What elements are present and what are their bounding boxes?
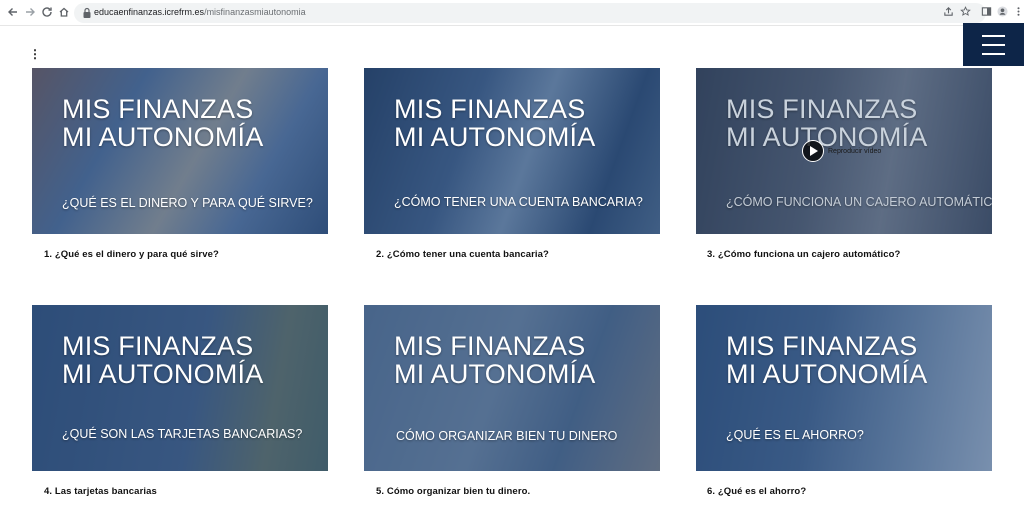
video-card-2[interactable]: MIS FINANZAS MI AUTONOMÍA ¿CÓMO TENER UN…: [364, 68, 660, 234]
video-thumbnail[interactable]: MIS FINANZAS MI AUTONOMÍA ¿QUÉ SON LAS T…: [32, 305, 328, 471]
home-icon[interactable]: [56, 4, 72, 20]
profile-icon[interactable]: [995, 4, 1009, 18]
video-caption-5[interactable]: 5. Cómo organizar bien tu dinero.: [376, 486, 530, 497]
video-card-3[interactable]: MIS FINANZAS MI AUTONOMÍA Reproducir víd…: [696, 68, 992, 234]
star-icon[interactable]: [958, 4, 972, 18]
title-line-1: MIS FINANZAS: [726, 331, 918, 361]
back-arrow-icon[interactable]: [5, 4, 21, 20]
video-subtitle: ¿QUÉ SON LAS TARJETAS BANCARIAS?: [62, 427, 303, 441]
video-title: MIS FINANZAS MI AUTONOMÍA: [62, 332, 263, 388]
lock-icon[interactable]: [82, 7, 92, 19]
play-icon[interactable]: [802, 140, 824, 162]
video-title: MIS FINANZAS MI AUTONOMÍA: [726, 332, 927, 388]
title-line-2: MI AUTONOMÍA: [394, 122, 596, 152]
video-caption-2[interactable]: 2. ¿Cómo tener una cuenta bancaria?: [376, 249, 549, 260]
play-label: Reproducir vídeo: [828, 147, 882, 155]
video-card-1[interactable]: MIS FINANZAS MI AUTONOMÍA ¿QUÉ ES EL DIN…: [32, 68, 328, 234]
title-line-1: MIS FINANZAS: [726, 94, 918, 124]
hamburger-menu-icon[interactable]: [963, 23, 1024, 66]
url-path: /misfinanzasmiautonomia: [204, 7, 306, 17]
title-line-2: MI AUTONOMÍA: [62, 122, 264, 152]
video-caption-6[interactable]: 6. ¿Qué es el ahorro?: [707, 486, 806, 497]
menu-line: [982, 52, 1005, 55]
video-title: MIS FINANZAS MI AUTONOMÍA: [394, 332, 595, 388]
video-card-4[interactable]: MIS FINANZAS MI AUTONOMÍA ¿QUÉ SON LAS T…: [32, 305, 328, 471]
url-text[interactable]: educaenfinanzas.icrefrm.es/misfinanzasmi…: [94, 7, 306, 17]
page-options-icon[interactable]: ⋮: [29, 47, 41, 61]
video-subtitle: ¿QUÉ ES EL DINERO Y PARA QUÉ SIRVE?: [62, 196, 313, 210]
play-button[interactable]: Reproducir vídeo: [802, 140, 881, 162]
title-line-1: MIS FINANZAS: [62, 331, 254, 361]
video-title: MIS FINANZAS MI AUTONOMÍA: [394, 95, 595, 151]
reload-icon[interactable]: [39, 4, 55, 20]
video-caption-3[interactable]: 3. ¿Cómo funciona un cajero automático?: [707, 249, 900, 260]
video-subtitle: ¿QUÉ ES EL AHORRO?: [726, 428, 864, 442]
more-vert-icon[interactable]: [1011, 4, 1024, 18]
video-subtitle: ¿CÓMO FUNCIONA UN CAJERO AUTOMÁTICO?: [726, 195, 992, 209]
video-thumbnail[interactable]: MIS FINANZAS MI AUTONOMÍA CÓMO ORGANIZAR…: [364, 305, 660, 471]
video-subtitle: CÓMO ORGANIZAR BIEN TU DINERO: [396, 429, 618, 443]
video-card-5[interactable]: MIS FINANZAS MI AUTONOMÍA CÓMO ORGANIZAR…: [364, 305, 660, 471]
video-thumbnail[interactable]: MIS FINANZAS MI AUTONOMÍA ¿QUÉ ES EL AHO…: [696, 305, 992, 471]
video-caption-1[interactable]: 1. ¿Qué es el dinero y para qué sirve?: [44, 249, 219, 260]
share-icon[interactable]: [941, 4, 955, 18]
browser-toolbar: educaenfinanzas.icrefrm.es/misfinanzasmi…: [0, 0, 1024, 26]
menu-line: [982, 43, 1005, 46]
title-line-1: MIS FINANZAS: [62, 94, 254, 124]
title-line-2: MI AUTONOMÍA: [394, 359, 596, 389]
url-host: educaenfinanzas.icrefrm.es: [94, 7, 205, 17]
title-line-2: MI AUTONOMÍA: [62, 359, 264, 389]
video-title: MIS FINANZAS MI AUTONOMÍA: [62, 95, 263, 151]
title-line-1: MIS FINANZAS: [394, 331, 586, 361]
video-thumbnail[interactable]: MIS FINANZAS MI AUTONOMÍA Reproducir víd…: [696, 68, 992, 234]
address-bar[interactable]: educaenfinanzas.icrefrm.es/misfinanzasmi…: [74, 3, 986, 23]
forward-arrow-icon[interactable]: [22, 4, 38, 20]
video-thumbnail[interactable]: MIS FINANZAS MI AUTONOMÍA ¿QUÉ ES EL DIN…: [32, 68, 328, 234]
video-thumbnail[interactable]: MIS FINANZAS MI AUTONOMÍA ¿CÓMO TENER UN…: [364, 68, 660, 234]
title-line-1: MIS FINANZAS: [394, 94, 586, 124]
video-card-6[interactable]: MIS FINANZAS MI AUTONOMÍA ¿QUÉ ES EL AHO…: [696, 305, 992, 471]
sidebar-icon[interactable]: [979, 4, 993, 18]
video-caption-4[interactable]: 4. Las tarjetas bancarias: [44, 486, 157, 497]
video-subtitle: ¿CÓMO TENER UNA CUENTA BANCARIA?: [394, 195, 643, 209]
menu-line: [982, 34, 1005, 37]
title-line-2: MI AUTONOMÍA: [726, 359, 928, 389]
